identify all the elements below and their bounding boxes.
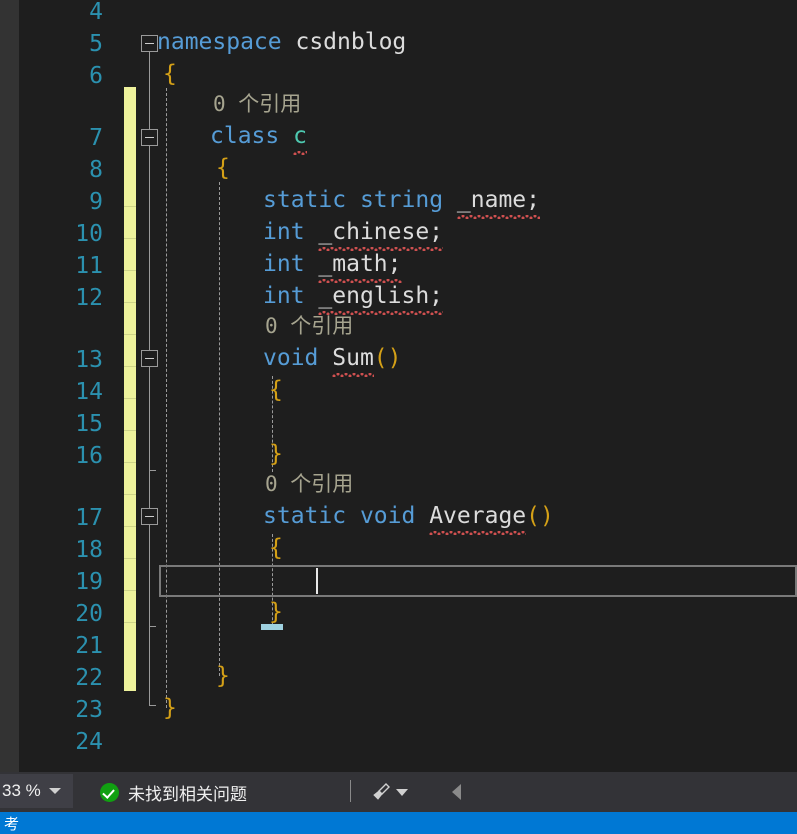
code-line-6[interactable]: {: [163, 58, 177, 90]
keyword-int: int: [263, 219, 305, 245]
code-line-12[interactable]: int _english;: [263, 280, 443, 315]
line-number-9: 9: [89, 189, 103, 215]
identifier-class-c: c: [293, 120, 307, 155]
line-number-17: 17: [75, 505, 103, 531]
line-number-22: 22: [75, 665, 103, 691]
outline-line-average: [149, 518, 150, 626]
parentheses: (): [526, 503, 554, 529]
broom-icon[interactable]: [371, 782, 391, 802]
keyword-string: string: [359, 187, 444, 213]
line-number-14: 14: [75, 379, 103, 405]
code-line-20[interactable]: }: [269, 596, 283, 628]
line-number-5: 5: [89, 31, 103, 57]
keyword-void: void: [263, 345, 319, 371]
line-number-13: 13: [75, 347, 103, 373]
keyword-namespace: namespace: [157, 29, 282, 55]
fold-toggle-sum[interactable]: [141, 350, 158, 367]
unsaved-changes-bar: [124, 87, 136, 691]
code-line-13[interactable]: void Sum(): [263, 342, 402, 377]
text-caret: [316, 568, 318, 594]
line-number-11: 11: [75, 253, 103, 279]
identifier-math-field: _math;: [318, 248, 402, 283]
taskbar-glyph: 考: [4, 816, 20, 833]
codelens-class-references[interactable]: 0 个引用: [213, 88, 301, 120]
keyword-static: static: [263, 503, 347, 529]
line-number-24: 24: [75, 729, 103, 755]
line-number-16: 16: [75, 443, 103, 469]
line-number-21: 21: [75, 633, 103, 659]
code-line-22[interactable]: }: [216, 660, 230, 692]
identifier-name-field: _name;: [456, 184, 541, 219]
codelens-average-references[interactable]: 0 个引用: [265, 468, 353, 500]
left-dock-strip: [0, 0, 19, 772]
outline-tick-average: [149, 626, 156, 627]
issue-status-label: 未找到相关问题: [128, 784, 247, 804]
line-number-6: 6: [89, 63, 103, 89]
code-line-10[interactable]: int _chinese;: [263, 216, 443, 251]
code-line-17[interactable]: static void Average(): [263, 500, 554, 535]
code-line-7[interactable]: class c: [210, 120, 307, 155]
identifier-average-method: Average: [429, 500, 526, 535]
windows-taskbar: 考: [0, 812, 797, 834]
fold-toggle-class[interactable]: [141, 129, 158, 146]
zoom-level-dropdown[interactable]: 33 %: [0, 774, 73, 808]
keyword-void: void: [359, 503, 416, 529]
line-number-7: 7: [89, 125, 103, 151]
code-line-8[interactable]: {: [216, 152, 230, 184]
visual-studio-editor-window: 4 5 6 7 8 9 10 11 12 13 14 15 16 17 18 1…: [0, 0, 797, 834]
line-number-18: 18: [75, 537, 103, 563]
code-line-5[interactable]: namespace csdnblog: [157, 26, 406, 58]
code-line-18[interactable]: {: [269, 532, 283, 564]
current-line-highlight: [159, 565, 797, 597]
fold-toggle-average[interactable]: [141, 508, 158, 525]
line-number-4: 4: [89, 0, 103, 25]
line-number-10: 10: [75, 221, 103, 247]
line-number-19: 19: [75, 569, 103, 595]
line-number-15: 15: [75, 411, 103, 437]
keyword-class: class: [210, 123, 280, 149]
keyword-int: int: [263, 283, 305, 309]
code-line-11[interactable]: int _math;: [263, 248, 402, 283]
codelens-sum-references[interactable]: 0 个引用: [265, 310, 353, 342]
line-number-8: 8: [89, 157, 103, 183]
keyword-static: static: [263, 187, 347, 213]
indent-guide-1: [166, 88, 167, 708]
arrow-left-icon[interactable]: [452, 784, 461, 800]
code-line-14[interactable]: {: [269, 374, 283, 406]
zoom-level-value: 33 %: [2, 781, 41, 800]
check-circle-icon: [100, 782, 119, 802]
broom-dropdown-chevron-icon[interactable]: [396, 789, 408, 796]
outline-line-sum: [149, 360, 150, 470]
code-line-9[interactable]: static string _name;: [263, 184, 541, 219]
outline-tick-namespace: [149, 705, 156, 706]
code-line-23[interactable]: }: [163, 692, 177, 724]
keyword-int: int: [263, 251, 305, 277]
line-number-20: 20: [75, 601, 103, 627]
identifier-english-field: _english;: [318, 280, 443, 315]
issue-status-indicator[interactable]: 未找到相关问题: [100, 772, 247, 812]
line-number-23: 23: [75, 697, 103, 723]
status-separator: [350, 780, 351, 802]
parentheses: (): [373, 345, 402, 371]
identifier-csdnblog: csdnblog: [295, 29, 407, 55]
outline-tick-sum: [149, 470, 156, 471]
line-number-12: 12: [75, 285, 103, 311]
code-editor-surface[interactable]: 4 5 6 7 8 9 10 11 12 13 14 15 16 17 18 1…: [19, 0, 797, 772]
identifier-chinese-field: _chinese;: [318, 216, 443, 251]
chevron-down-icon: [49, 788, 61, 794]
code-line-16[interactable]: }: [269, 438, 283, 470]
indent-guide-2: [219, 182, 220, 676]
fold-toggle-namespace[interactable]: [141, 35, 158, 52]
identifier-sum-method: Sum: [332, 342, 374, 377]
